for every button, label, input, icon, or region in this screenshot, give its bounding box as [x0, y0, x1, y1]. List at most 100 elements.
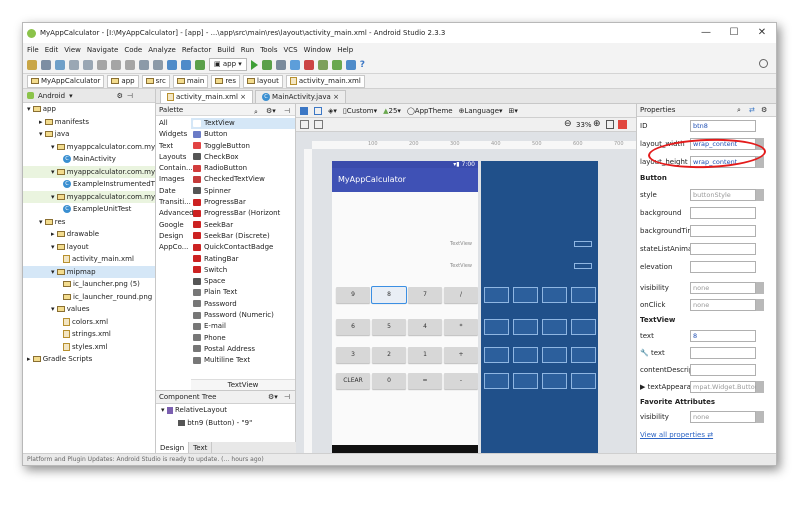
- calc-key-button[interactable]: 5: [372, 319, 406, 335]
- apply-changes-icon[interactable]: [261, 59, 272, 70]
- id-field[interactable]: btn8: [690, 120, 756, 132]
- tab-main-activity[interactable]: C MainActivity.java ×: [255, 90, 346, 103]
- tree-node[interactable]: ▾ java: [23, 128, 155, 141]
- calc-key-button[interactable]: 4: [408, 319, 442, 335]
- menu-help[interactable]: Help: [337, 46, 353, 54]
- menu-file[interactable]: File: [27, 46, 39, 54]
- tree-node[interactable]: activity_main.xml: [23, 253, 155, 266]
- debug-icon[interactable]: [275, 59, 286, 70]
- close-button[interactable]: ✕: [748, 23, 776, 43]
- text-appearance-select[interactable]: mpat.Widget.Button: [690, 381, 759, 393]
- project-view-dropdown-icon[interactable]: ▾: [69, 92, 73, 100]
- find-icon[interactable]: [139, 59, 149, 70]
- style-select[interactable]: buttonStyle: [690, 189, 756, 201]
- run-config-select[interactable]: ▣ app ▾: [209, 58, 247, 71]
- copy-icon[interactable]: [111, 59, 121, 70]
- chevron-down-icon[interactable]: [756, 381, 764, 393]
- breadcrumb-file[interactable]: activity_main.xml: [285, 74, 365, 88]
- tree-node[interactable]: ▸ drawable: [23, 228, 155, 241]
- tree-node[interactable]: ▾ myappcalculator.com.myapp: [23, 165, 155, 178]
- tree-node[interactable]: C ExampleUnitTest: [23, 203, 155, 216]
- collapse-icon[interactable]: ⊣: [127, 92, 133, 100]
- tree-node[interactable]: colors.xml: [23, 316, 155, 329]
- tree-node[interactable]: C ExampleInstrumentedT: [23, 178, 155, 191]
- palette-category[interactable]: All: [156, 118, 190, 129]
- close-tab-icon[interactable]: ×: [333, 93, 339, 101]
- calc-key-button[interactable]: 1: [408, 347, 442, 363]
- palette-item[interactable]: Postal Address: [191, 344, 295, 355]
- onclick-select[interactable]: none: [690, 299, 756, 311]
- paste-icon[interactable]: [125, 59, 135, 70]
- breadcrumb-main[interactable]: main: [172, 74, 209, 88]
- tools-text-field[interactable]: [690, 347, 756, 359]
- make-icon[interactable]: [195, 59, 205, 70]
- gear-icon[interactable]: ⚙: [117, 92, 123, 100]
- menu-edit[interactable]: Edit: [45, 46, 59, 54]
- tree-node[interactable]: ▾ myappcalculator.com.myapp: [23, 141, 155, 154]
- gear-icon[interactable]: ⚙▾: [268, 391, 278, 404]
- calc-key-button[interactable]: +: [444, 347, 478, 363]
- calc-key-button[interactable]: -: [444, 373, 478, 389]
- palette-item[interactable]: RadioButton: [191, 163, 295, 174]
- open-icon[interactable]: [27, 59, 37, 70]
- device-select[interactable]: ▯Custom▾: [343, 107, 377, 115]
- close-tab-icon[interactable]: ×: [240, 93, 246, 101]
- calc-key-button[interactable]: 3: [336, 347, 370, 363]
- menu-tools[interactable]: Tools: [260, 46, 277, 54]
- tree-node[interactable]: ▾ res: [23, 216, 155, 229]
- cut-icon[interactable]: [97, 59, 107, 70]
- fav-visibility-select[interactable]: none: [690, 411, 756, 423]
- tree-node[interactable]: styles.xml: [23, 341, 155, 354]
- menu-refactor[interactable]: Refactor: [182, 46, 211, 54]
- palette-category[interactable]: Date: [156, 186, 190, 197]
- design-surface-icon[interactable]: [300, 106, 308, 115]
- palette-item[interactable]: CheckBox: [191, 152, 295, 163]
- back-icon[interactable]: [167, 59, 177, 70]
- tree-node-root[interactable]: ▾ RelativeLayout: [156, 404, 295, 417]
- palette-item[interactable]: SeekBar: [191, 220, 295, 231]
- palette-item[interactable]: Spinner: [191, 186, 295, 197]
- layout-variants-icon[interactable]: ⊞▾: [509, 107, 518, 115]
- palette-category[interactable]: Text: [156, 141, 190, 152]
- menu-run[interactable]: Run: [241, 46, 254, 54]
- result-textview[interactable]: TextView: [450, 241, 472, 247]
- search-icon[interactable]: ⌕: [737, 104, 741, 117]
- menu-window[interactable]: Window: [304, 46, 332, 54]
- tab-activity-main[interactable]: activity_main.xml ×: [160, 90, 254, 103]
- palette-item[interactable]: Plain Text: [191, 287, 295, 298]
- calc-key-button[interactable]: 2: [372, 347, 406, 363]
- project-view-select[interactable]: Android: [38, 92, 65, 100]
- menu-analyze[interactable]: Analyze: [148, 46, 176, 54]
- palette-item[interactable]: TextView: [191, 118, 295, 130]
- zoom-fit-icon[interactable]: [606, 120, 614, 129]
- blueprint-icon[interactable]: [314, 106, 322, 115]
- tree-node[interactable]: C MainActivity: [23, 153, 155, 166]
- prop-value-field[interactable]: [690, 225, 756, 237]
- tree-node[interactable]: ▾ myappcalculator.com.myapp: [23, 190, 155, 203]
- palette-item[interactable]: CheckedTextView: [191, 174, 295, 185]
- calc-key-button[interactable]: CLEAR: [336, 373, 370, 389]
- collapse-icon[interactable]: ⊣: [284, 105, 290, 117]
- palette-category[interactable]: Images: [156, 174, 190, 185]
- error-icon[interactable]: [618, 120, 627, 129]
- palette-item[interactable]: Switch: [191, 265, 295, 276]
- device-monitor-icon[interactable]: [345, 59, 356, 70]
- menu-vcs[interactable]: VCS: [283, 46, 297, 54]
- content-description-field[interactable]: [690, 364, 756, 376]
- maximize-button[interactable]: ☐: [720, 23, 748, 43]
- menu-code[interactable]: Code: [124, 46, 142, 54]
- palette-category[interactable]: Widgets: [156, 129, 190, 140]
- chevron-down-icon[interactable]: [756, 411, 764, 423]
- stop-icon[interactable]: [303, 59, 314, 70]
- tree-node[interactable]: ▾ app: [23, 103, 155, 116]
- tree-node[interactable]: ▸ manifests: [23, 116, 155, 129]
- api-select[interactable]: ▲25▾: [383, 107, 401, 115]
- expand-icon[interactable]: ▶: [640, 383, 645, 391]
- visibility-select[interactable]: none: [690, 282, 756, 294]
- palette-category[interactable]: Transiti...: [156, 197, 191, 208]
- zoom-in-icon[interactable]: ⊕: [593, 119, 601, 129]
- breadcrumb-res[interactable]: res: [211, 74, 241, 88]
- palette-category[interactable]: AppCo...: [156, 242, 190, 253]
- run-icon[interactable]: [250, 59, 258, 70]
- breadcrumb-project[interactable]: MyAppCalculator: [27, 74, 105, 88]
